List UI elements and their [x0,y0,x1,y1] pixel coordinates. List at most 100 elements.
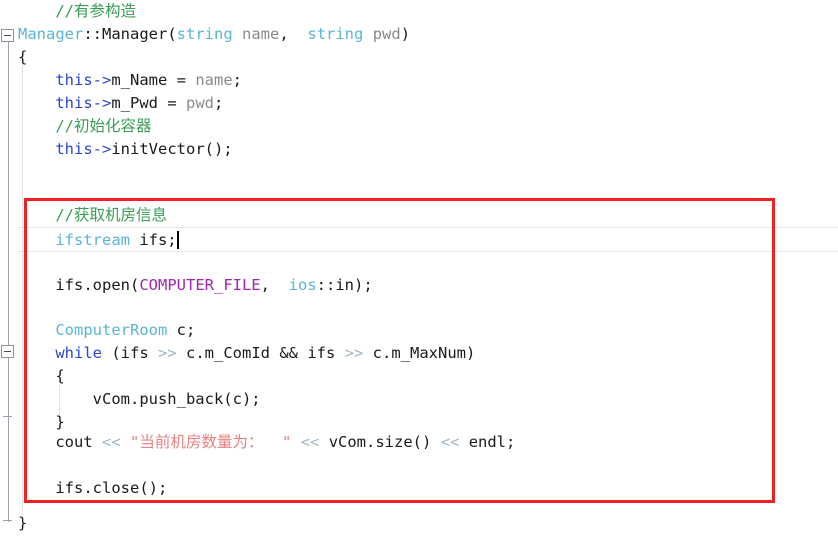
token-plain: cout [18,433,102,451]
code-line-text: { [0,48,27,66]
code-line[interactable]: ComputerRoom c; [0,319,195,342]
token-plain: c.m_MaxNum) [363,344,476,362]
code-line[interactable]: vCom.push_back(c); [0,388,261,411]
token-param: pwd [372,25,401,43]
token-plain: c.m_ComId && ifs [176,344,345,362]
code-line-text: Manager::Manager(string name, string pwd… [0,25,410,43]
code-line[interactable]: ifstream ifs; [0,229,177,252]
token-type: ios [288,276,317,294]
code-line[interactable]: this->m_Pwd = pwd; [0,92,223,115]
token-keyword: this [55,94,93,112]
token-punct: ; [213,94,224,112]
code-line-text: this->m_Name = name; [0,71,242,89]
token-operator: >> [158,344,177,362]
code-line-text: //获取机房信息 [0,206,167,224]
token-param: name [195,71,233,89]
token-macro: COMPUTER_FILE [139,276,261,294]
token-comment: //获取机房信息 [55,206,167,224]
token-plain: m_Pwd = [111,94,186,112]
code-editor[interactable]: //有参构造 Manager::Manager(string name, stri… [0,0,838,542]
code-line[interactable] [0,252,18,275]
code-line[interactable]: //获取机房信息 [0,204,167,227]
token-plain: ifs; [129,231,177,249]
code-line-text: this->m_Pwd = pwd; [0,94,223,112]
token-plain: ifs.close(); [18,479,168,497]
code-line[interactable]: } [0,512,27,535]
token-keyword: this [55,71,93,89]
code-line[interactable]: while (ifs >> c.m_ComId && ifs >> c.m_Ma… [0,342,475,365]
token-type: string [307,25,364,43]
token-param: name [242,25,280,43]
token-punct: ( [167,25,177,43]
code-line[interactable] [0,297,18,320]
code-line-text: cout << "当前机房数量为： " << vCom.size() << en… [0,433,515,451]
text-caret [176,231,179,249]
token-punct: :: [83,25,102,43]
token-type: string [176,25,233,43]
code-line[interactable]: Manager::Manager(string name, string pwd… [0,23,410,46]
token-plain: c; [167,321,196,339]
code-line[interactable]: { [0,46,27,69]
code-line[interactable] [0,161,18,184]
token-plain: ifs.open( [18,276,140,294]
code-line[interactable]: this->initVector(); [0,138,233,161]
token-keyword: -> [92,94,112,112]
token-plain: endl; [459,433,516,451]
token-punct: ; [232,71,242,89]
token-punct: { [55,367,65,385]
code-line-text: ifs.close(); [0,479,167,497]
token-comment: //初始化容器 [55,117,152,135]
token-plain: (ifs [102,344,158,362]
token-punct: ) [400,25,411,43]
code-line-text: } [0,514,27,532]
code-line-text: vCom.push_back(c); [0,390,261,408]
code-line[interactable]: //有参构造 [0,0,136,23]
token-plain: Manager [102,25,168,43]
token-plain: m_Name = [111,71,196,89]
code-text-area[interactable]: //有参构造 Manager::Manager(string name, stri… [0,0,838,542]
indent-guide [59,385,61,415]
code-line-text: while (ifs >> c.m_ComId && ifs >> c.m_Ma… [0,344,475,362]
token-usertype: ComputerRoom [55,321,168,339]
token-operator: << [300,433,320,451]
token-plain: initVector(); [111,140,233,158]
code-line[interactable]: this->m_Name = name; [0,69,242,92]
token-operator: << [440,433,460,451]
code-line[interactable]: cout << "当前机房数量为： " << vCom.size() << en… [0,431,515,454]
code-line-text: { [0,367,65,385]
code-line[interactable] [0,455,18,478]
code-line[interactable]: { [0,365,65,388]
code-line[interactable]: ifs.open(COMPUTER_FILE, ios::in); [0,274,372,297]
token-operator: >> [344,344,364,362]
token-punct: } [18,514,28,532]
token-operator: << [102,433,121,451]
token-usertype: Manager [18,25,84,43]
code-line-text: ComputerRoom c; [0,321,195,339]
token-punct: { [18,48,28,66]
token-punct: , [260,276,270,294]
indent-guide [22,66,23,514]
token-keyword: while [55,344,102,362]
code-line[interactable]: ifs.close(); [0,477,167,500]
token-plain: vCom.size() [319,433,441,451]
